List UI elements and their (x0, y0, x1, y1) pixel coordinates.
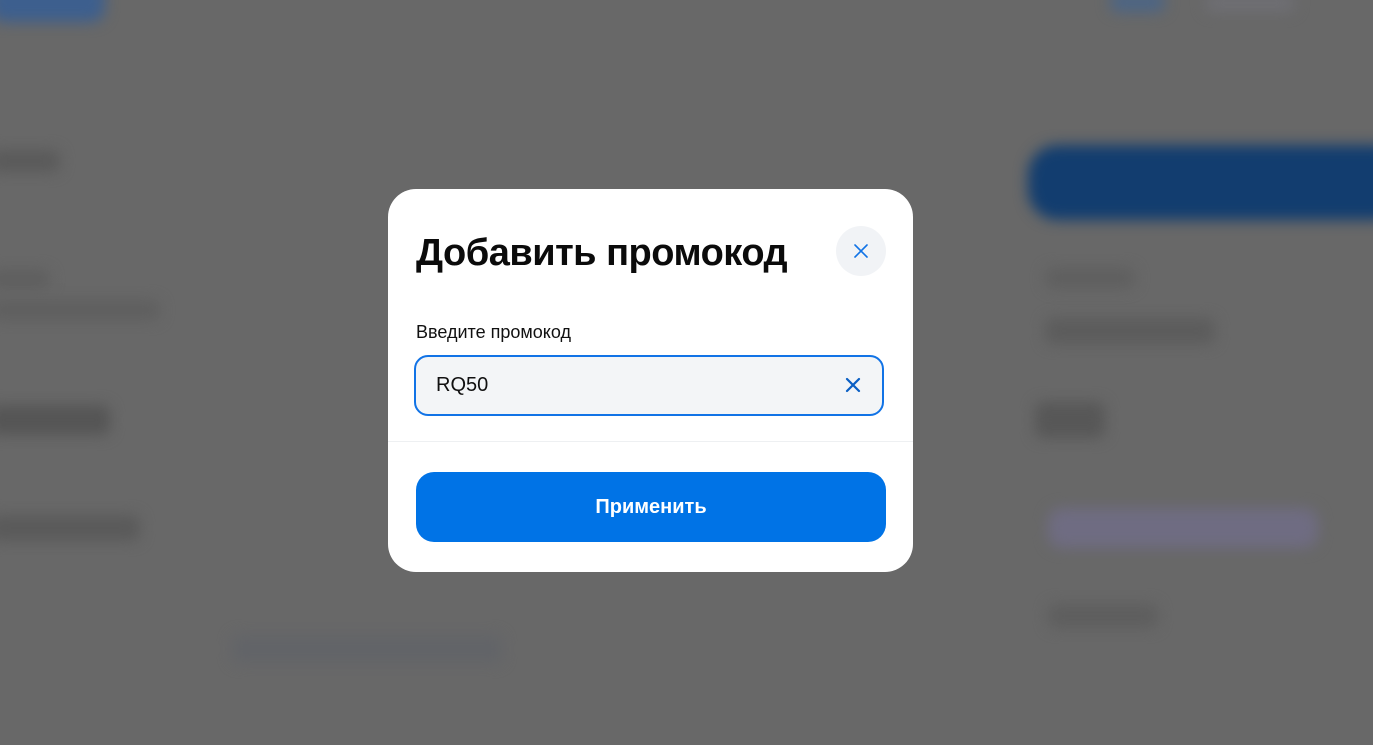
promo-code-dialog: Добавить промокод Введите промокод Приме… (388, 189, 913, 572)
background-blurred-element (1048, 604, 1158, 628)
clear-input-button[interactable] (840, 372, 866, 398)
background-blurred-element (0, 270, 50, 288)
promo-field (414, 355, 884, 416)
background-blurred-element (0, 405, 110, 435)
background-blurred-element (0, 300, 160, 320)
close-icon (854, 244, 868, 258)
dialog-title: Добавить промокод (416, 232, 788, 274)
background-blurred-element (0, 515, 140, 541)
background-blurred-element (0, 0, 105, 22)
background-blurred-element (1028, 145, 1373, 220)
background-blurred-element (1045, 268, 1135, 288)
background-blurred-element (0, 150, 60, 172)
clear-icon (845, 377, 861, 393)
promo-code-input[interactable] (436, 357, 816, 414)
background-blurred-element (232, 635, 502, 663)
dialog-divider (388, 441, 913, 442)
background-blurred-element (1048, 508, 1318, 548)
background-blurred-element (1045, 318, 1215, 344)
close-button[interactable] (836, 226, 886, 276)
apply-button[interactable]: Применить (416, 472, 886, 542)
promo-field-label: Введите промокод (416, 322, 571, 342)
background-blurred-element (1110, 0, 1165, 12)
background-blurred-element (1035, 402, 1105, 438)
background-blurred-element (1205, 0, 1295, 12)
